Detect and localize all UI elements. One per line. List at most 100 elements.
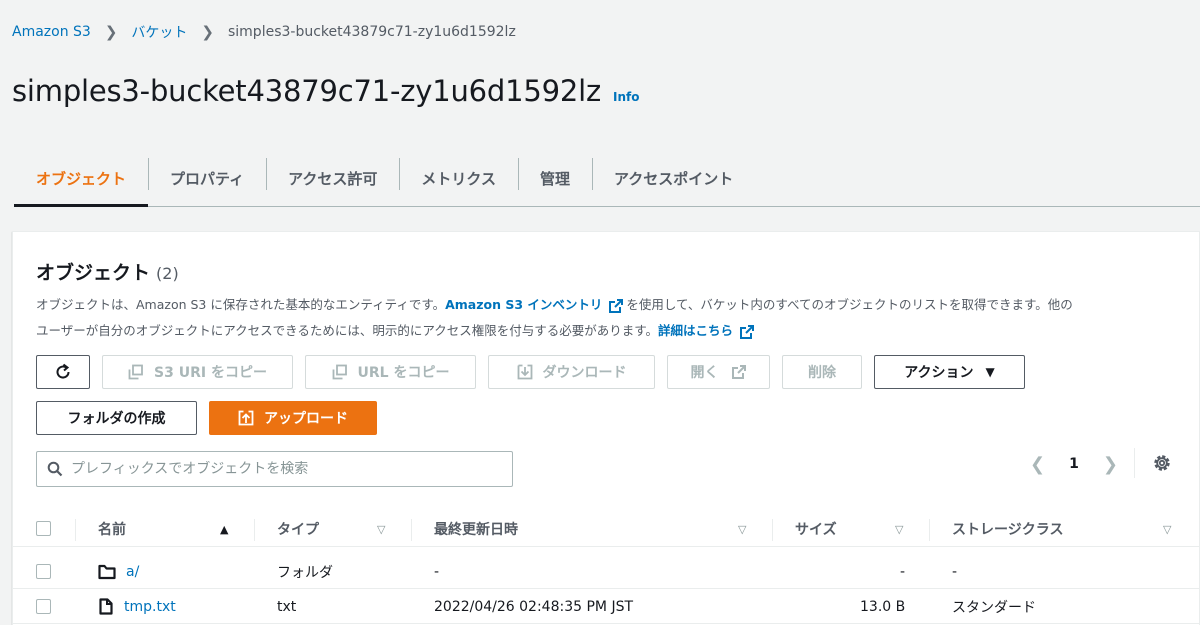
breadcrumb-amazon-s3[interactable]: Amazon S3	[12, 24, 91, 40]
external-link-icon	[609, 298, 624, 313]
tab-metrics[interactable]: メトリクス	[399, 150, 518, 206]
sort-ascending-icon[interactable]: ▲	[220, 523, 228, 536]
tab-management[interactable]: 管理	[517, 150, 592, 206]
chevron-left-icon[interactable]: ❮	[1030, 454, 1045, 475]
column-header-storage-class[interactable]: ストレージクラス	[952, 511, 1063, 547]
pagination: ❮ 1 ❯	[1030, 452, 1118, 476]
copy-icon	[332, 364, 347, 380]
column-header-type[interactable]: タイプ	[277, 511, 319, 547]
refresh-icon	[56, 363, 70, 379]
delete-button[interactable]: 削除	[782, 355, 862, 389]
breadcrumb-current: simples3-bucket43879c71-zy1u6d1592lz	[227, 24, 516, 40]
table-row[interactable]: tmp.txt txt 2022/04/26 02:48:35 PM JST 1…	[13, 589, 1199, 624]
external-link-icon	[740, 324, 755, 339]
description-text: を使用して、バケット内のすべてのオブジェクトのリストを取得できます。他の	[626, 297, 1073, 312]
inventory-link[interactable]: Amazon S3 インベントリ	[445, 297, 602, 312]
tab-label: アクセスポイント	[613, 169, 734, 188]
copy-url-button[interactable]: URL をコピー	[305, 355, 476, 389]
copy-url-label: URL をコピー	[357, 365, 450, 381]
create-folder-button[interactable]: フォルダの作成	[36, 401, 197, 435]
copy-s3-uri-button[interactable]: S3 URI をコピー	[102, 355, 293, 389]
row-checkbox[interactable]	[36, 599, 51, 614]
tab-properties[interactable]: プロパティ	[148, 150, 266, 206]
sort-icon[interactable]: ▽	[738, 523, 746, 536]
page-title: simples3-bucket43879c71-zy1u6d1592lz	[12, 74, 601, 108]
select-all-checkbox[interactable]	[36, 521, 51, 536]
object-size: -	[900, 563, 906, 580]
tab-label: プロパティ	[170, 169, 245, 188]
description-text: ユーザーが自分のオブジェクトにアクセスできるためには、明示的にアクセス権限を付与…	[36, 323, 659, 338]
row-checkbox[interactable]	[36, 564, 51, 579]
actions-label: アクション	[904, 365, 974, 381]
column-header-size[interactable]: サイズ	[795, 511, 837, 547]
sort-icon[interactable]: ▽	[1163, 523, 1171, 536]
objects-header: オブジェクト (2)	[36, 258, 179, 285]
page-number[interactable]: 1	[1069, 456, 1079, 472]
column-header-last-modified[interactable]: 最終更新日時	[434, 511, 518, 547]
sort-icon[interactable]: ▽	[895, 523, 903, 536]
download-button[interactable]: ダウンロード	[488, 355, 655, 389]
copy-icon	[128, 364, 143, 380]
object-last-modified: 2022/04/26 02:48:35 PM JST	[434, 598, 634, 615]
tab-access-points[interactable]: アクセスポイント	[591, 150, 755, 206]
sort-icon[interactable]: ▽	[377, 523, 385, 536]
upload-button[interactable]: アップロード	[209, 401, 377, 435]
search-field[interactable]	[36, 451, 513, 487]
object-storage-class: -	[952, 563, 958, 580]
column-divider	[411, 519, 412, 541]
file-icon	[99, 598, 113, 615]
divider	[1134, 448, 1135, 478]
download-icon	[517, 364, 532, 380]
delete-label: 削除	[808, 365, 836, 381]
settings-gear-icon[interactable]	[1151, 452, 1173, 478]
tab-bar: オブジェクト プロパティ アクセス許可 メトリクス 管理 アクセスポイント	[14, 150, 1200, 207]
download-label: ダウンロード	[542, 365, 627, 381]
chevron-right-icon[interactable]: ❯	[1103, 454, 1118, 475]
object-name: tmp.txt	[124, 598, 176, 615]
tab-objects[interactable]: オブジェクト	[14, 150, 149, 207]
object-storage-class: スタンダード	[952, 599, 1036, 616]
breadcrumb-buckets[interactable]: バケット	[131, 22, 187, 42]
object-name-link[interactable]: a/	[98, 554, 139, 589]
description-text: オブジェクトは、Amazon S3 に保存された基本的なエンティティです。	[36, 297, 446, 312]
open-label: 開く	[690, 365, 719, 381]
info-link[interactable]: Info	[613, 90, 639, 104]
copy-s3-uri-label: S3 URI をコピー	[154, 365, 267, 381]
column-header-name[interactable]: 名前	[98, 511, 126, 547]
chevron-right-icon: ❯	[201, 23, 214, 41]
tab-label: アクセス許可	[288, 169, 378, 188]
tab-permissions[interactable]: アクセス許可	[266, 150, 399, 206]
tab-label: 管理	[539, 169, 570, 188]
column-divider	[772, 519, 773, 541]
caret-down-icon: ▼	[985, 365, 995, 379]
chevron-right-icon: ❯	[104, 23, 118, 41]
upload-label: アップロード	[264, 411, 348, 427]
table-header: 名前 ▲ タイプ ▽ 最終更新日時 ▽ サイズ ▽ ストレージクラス ▽	[13, 511, 1199, 547]
object-name-link[interactable]: tmp.txt	[98, 589, 176, 624]
objects-description: オブジェクトは、Amazon S3 に保存された基本的なエンティティです。Ama…	[36, 292, 1186, 344]
object-type: フォルダ	[277, 564, 333, 581]
objects-count: (2)	[156, 264, 179, 283]
tab-label: オブジェクト	[36, 169, 127, 188]
search-icon	[47, 461, 63, 477]
create-folder-label: フォルダの作成	[67, 411, 166, 427]
upload-icon	[238, 410, 254, 426]
actions-dropdown[interactable]: アクション ▼	[874, 355, 1025, 389]
object-size: 13.0 B	[860, 598, 906, 615]
object-name: a/	[126, 563, 140, 580]
open-button[interactable]: 開く	[667, 355, 770, 389]
folder-icon	[98, 564, 116, 579]
objects-title: オブジェクト	[36, 262, 151, 284]
search-input[interactable]	[71, 461, 491, 477]
page-header: simples3-bucket43879c71-zy1u6d1592lz Inf…	[12, 74, 639, 108]
column-divider	[929, 519, 930, 541]
table-row[interactable]: a/ フォルダ - - -	[13, 554, 1199, 589]
refresh-button[interactable]	[36, 355, 90, 389]
breadcrumb: Amazon S3 ❯ バケット ❯ simples3-bucket43879c…	[12, 20, 516, 44]
tab-label: メトリクス	[421, 169, 496, 188]
learn-more-link[interactable]: 詳細はこちら	[658, 323, 733, 338]
object-last-modified: -	[434, 563, 440, 580]
column-divider	[75, 519, 76, 541]
external-link-icon	[731, 365, 746, 379]
column-divider	[254, 519, 255, 541]
